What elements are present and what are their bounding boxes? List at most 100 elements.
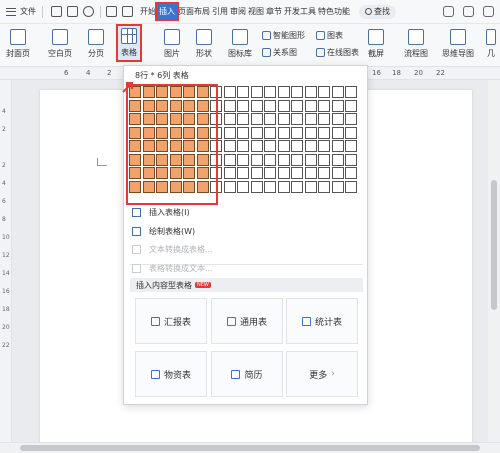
grid-cell[interactable] xyxy=(196,140,209,152)
grid-cell[interactable] xyxy=(169,126,182,139)
grid-cell[interactable] xyxy=(156,180,168,193)
horizontal-scrollbar[interactable] xyxy=(0,442,500,453)
resume-card[interactable]: 简历 xyxy=(211,351,283,397)
grid-cell[interactable] xyxy=(291,167,303,179)
grid-cell[interactable] xyxy=(345,99,357,112)
grid-cell[interactable] xyxy=(196,126,209,139)
grid-cell[interactable] xyxy=(291,140,303,152)
grid-cell[interactable] xyxy=(223,140,236,152)
grid-cell[interactable] xyxy=(277,126,290,139)
grid-cell[interactable] xyxy=(210,126,222,139)
relation-graph-button[interactable]: 关系图 xyxy=(262,47,297,58)
grid-cell[interactable] xyxy=(250,167,263,179)
grid-cell[interactable] xyxy=(345,153,357,166)
flowchart-button[interactable]: 流程图 xyxy=(404,29,428,59)
horizontal-scroll-thumb[interactable] xyxy=(20,445,480,451)
grid-cell[interactable] xyxy=(169,99,182,112)
share-icon[interactable] xyxy=(463,6,474,17)
general-table-card[interactable]: 通用表 xyxy=(211,298,283,344)
grid-cell[interactable] xyxy=(237,153,249,166)
vertical-ruler[interactable]: 4 2 2 4 6 8 10 12 14 16 18 20 22 xyxy=(0,80,12,442)
grid-cell[interactable] xyxy=(331,167,344,179)
grid-cell[interactable] xyxy=(237,99,249,112)
grid-cell[interactable] xyxy=(250,86,263,98)
grid-cell[interactable] xyxy=(345,86,357,98)
grid-cell[interactable] xyxy=(156,153,168,166)
grid-cell[interactable] xyxy=(223,153,236,166)
grid-cell[interactable] xyxy=(264,99,276,112)
grid-cell[interactable] xyxy=(304,167,317,179)
grid-cell[interactable] xyxy=(264,113,276,125)
grid-cell[interactable] xyxy=(264,140,276,152)
grid-cell[interactable] xyxy=(304,140,317,152)
tab-home[interactable]: 开始 xyxy=(139,6,157,17)
grid-cell[interactable] xyxy=(156,140,168,152)
grid-cell[interactable] xyxy=(318,180,330,193)
grid-cell[interactable] xyxy=(331,126,344,139)
grid-cell[interactable] xyxy=(237,113,249,125)
redo-icon[interactable] xyxy=(122,6,133,17)
more-tables-card[interactable]: 更多 › xyxy=(286,351,358,397)
grid-cell[interactable] xyxy=(250,126,263,139)
report-table-card[interactable]: 汇报表 xyxy=(135,298,207,344)
grid-cell[interactable] xyxy=(304,99,317,112)
grid-cell[interactable] xyxy=(331,99,344,112)
table-button[interactable]: 表格 xyxy=(116,24,142,62)
grid-cell[interactable] xyxy=(250,99,263,112)
grid-cell[interactable] xyxy=(304,113,317,125)
grid-cell[interactable] xyxy=(183,126,195,139)
grid-cell[interactable] xyxy=(277,140,290,152)
grid-cell[interactable] xyxy=(318,86,330,98)
grid-cell[interactable] xyxy=(169,86,182,98)
grid-cell[interactable] xyxy=(129,99,141,112)
grid-cell[interactable] xyxy=(318,126,330,139)
grid-cell[interactable] xyxy=(277,113,290,125)
tab-insert[interactable]: 插入 xyxy=(155,2,179,21)
insert-table-item[interactable]: 插入表格(I) xyxy=(132,207,190,218)
search-box[interactable]: 查找 xyxy=(359,4,396,19)
grid-cell[interactable] xyxy=(237,180,249,193)
grid-cell[interactable] xyxy=(210,99,222,112)
page-break-button[interactable]: 分页 xyxy=(88,29,104,59)
vertical-scroll-thumb[interactable] xyxy=(491,180,497,310)
grid-cell[interactable] xyxy=(345,167,357,179)
grid-cell[interactable] xyxy=(129,113,141,125)
grid-cell[interactable] xyxy=(223,167,236,179)
grid-cell[interactable] xyxy=(291,99,303,112)
grid-cell[interactable] xyxy=(345,180,357,193)
grid-cell[interactable] xyxy=(210,113,222,125)
grid-cell[interactable] xyxy=(277,167,290,179)
file-menu[interactable]: 文件 xyxy=(20,6,36,17)
grid-cell[interactable] xyxy=(142,86,155,98)
grid-cell[interactable] xyxy=(237,167,249,179)
grid-cell[interactable] xyxy=(129,140,141,152)
grid-cell[interactable] xyxy=(142,126,155,139)
supplies-table-card[interactable]: 物资表 xyxy=(135,351,207,397)
grid-cell[interactable] xyxy=(142,180,155,193)
blank-page-button[interactable]: 空白页 xyxy=(48,29,72,59)
grid-cell[interactable] xyxy=(304,153,317,166)
grid-cell[interactable] xyxy=(142,140,155,152)
statistics-table-card[interactable]: 统计表 xyxy=(286,298,358,344)
grid-cell[interactable] xyxy=(277,153,290,166)
undo-icon[interactable] xyxy=(106,6,117,17)
grid-cell[interactable] xyxy=(264,167,276,179)
grid-cell[interactable] xyxy=(210,86,222,98)
chart-button[interactable]: 图表 xyxy=(316,30,343,41)
grid-cell[interactable] xyxy=(277,86,290,98)
grid-cell[interactable] xyxy=(304,180,317,193)
grid-cell[interactable] xyxy=(210,153,222,166)
grid-cell[interactable] xyxy=(250,140,263,152)
grid-cell[interactable] xyxy=(183,153,195,166)
more-icon[interactable] xyxy=(483,6,494,17)
grid-cell[interactable] xyxy=(250,180,263,193)
export-icon[interactable] xyxy=(67,6,78,17)
grid-cell[interactable] xyxy=(142,167,155,179)
grid-cell[interactable] xyxy=(264,180,276,193)
save-icon[interactable] xyxy=(51,6,62,17)
grid-cell[interactable] xyxy=(345,113,357,125)
grid-cell[interactable] xyxy=(183,86,195,98)
grid-cell[interactable] xyxy=(210,140,222,152)
grid-cell[interactable] xyxy=(291,86,303,98)
grid-cell[interactable] xyxy=(129,167,141,179)
